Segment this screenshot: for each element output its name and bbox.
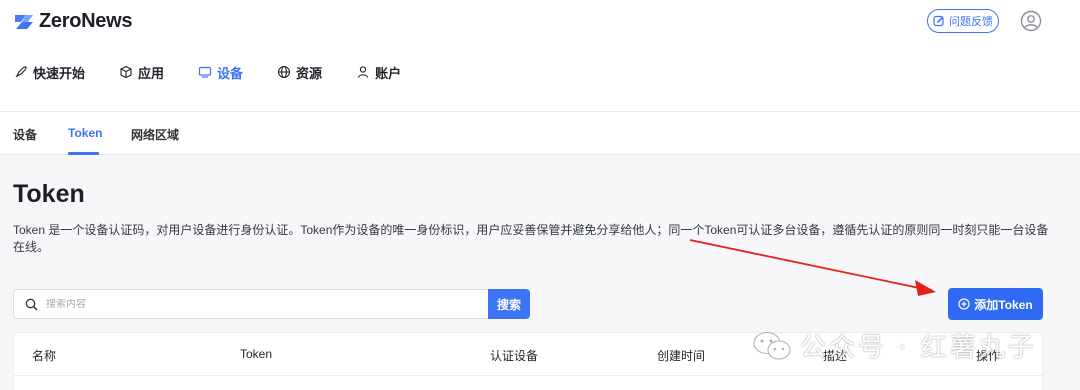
nav-item-quickstart[interactable]: 快速开始 <box>14 62 85 82</box>
search-button[interactable]: 搜索 <box>488 289 530 319</box>
monitor-icon <box>198 66 212 78</box>
cube-icon <box>120 65 132 79</box>
table-header-divider <box>14 375 1044 376</box>
feedback-button[interactable]: 问题反馈 <box>927 9 999 33</box>
feedback-label: 问题反馈 <box>949 16 993 28</box>
column-header-auth-devices: 认证设备 <box>490 349 539 363</box>
add-token-button[interactable]: 添加Token <box>948 288 1043 320</box>
user-icon <box>358 66 369 78</box>
zeronews-logo-icon <box>15 14 33 29</box>
nav-item-devices[interactable]: 设备 <box>198 62 243 82</box>
page-title: Token <box>13 180 85 208</box>
nav-label: 账户 <box>375 65 402 81</box>
nav-label: 资源 <box>296 65 323 81</box>
sub-nav: 设备 Token 网络区域 <box>0 112 1080 155</box>
globe-icon <box>277 65 291 79</box>
plus-circle-icon <box>958 298 970 310</box>
brand-name: ZeroNews <box>39 10 133 32</box>
top-header: ZeroNews 问题反馈 快速开始 应用 设备 资源 账户 <box>0 0 1080 112</box>
column-header-token: Token <box>240 347 273 361</box>
tab-network-zones[interactable]: 网络区域 <box>131 126 179 143</box>
search-field[interactable] <box>13 289 488 319</box>
active-tab-indicator <box>68 152 99 155</box>
main-nav: 快速开始 应用 设备 资源 账户 <box>14 62 435 82</box>
nav-label: 快速开始 <box>33 65 86 81</box>
rocket-icon <box>15 66 27 78</box>
search-input[interactable] <box>46 298 446 310</box>
page-description: Token 是一个设备认证码，对用户设备进行身份认证。Token作为设备的唯一身… <box>13 223 1049 254</box>
wechat-icon <box>753 331 791 359</box>
watermark-text: 公众号 · 红薯丸子 <box>800 333 1037 363</box>
search-icon <box>25 298 38 310</box>
brand-logo[interactable]: ZeroNews <box>13 10 132 33</box>
nav-item-resources[interactable]: 资源 <box>277 62 322 82</box>
watermark: 公众号 · 红薯丸子 <box>752 327 1037 364</box>
nav-item-account[interactable]: 账户 <box>356 62 401 82</box>
add-token-label: 添加Token <box>974 297 1033 312</box>
column-header-created-time: 创建时间 <box>657 349 706 363</box>
tab-devices[interactable]: 设备 <box>13 126 37 143</box>
edit-square-icon <box>933 15 944 27</box>
tab-token[interactable]: Token <box>68 126 102 140</box>
user-circle-icon[interactable] <box>1020 10 1042 32</box>
nav-label: 应用 <box>138 65 165 81</box>
column-header-name: 名称 <box>32 349 57 363</box>
nav-item-apps[interactable]: 应用 <box>119 62 164 82</box>
nav-label: 设备 <box>217 65 244 81</box>
